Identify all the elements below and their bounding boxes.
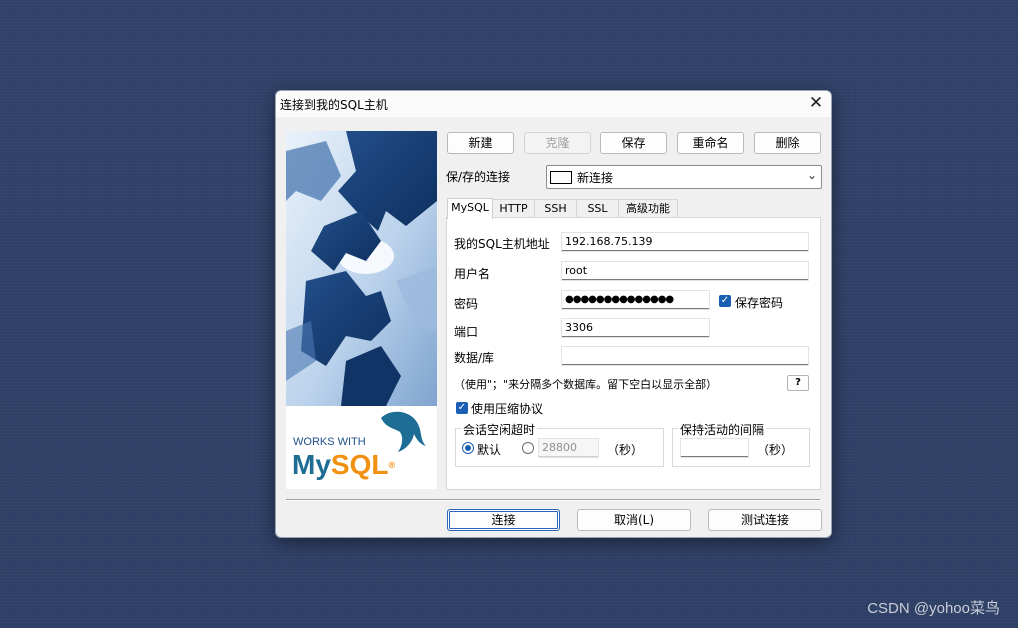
host-label: 我的SQL主机地址 (454, 237, 550, 251)
title-bar[interactable]: 连接到我的SQL主机 ✕ (276, 91, 831, 117)
username-label: 用户名 (454, 267, 491, 281)
cancel-button[interactable]: 取消(L) (577, 509, 691, 531)
compression-label: 使用压缩协议 (471, 402, 544, 416)
database-label: 数据/库 (454, 351, 495, 365)
port-input[interactable]: 3306 (562, 319, 709, 337)
tab-ssl[interactable]: SSL (576, 199, 619, 218)
mysql-wordmark-my: My (292, 449, 331, 480)
username-input[interactable]: root (562, 262, 808, 280)
clone-button[interactable]: 克隆 (524, 132, 591, 154)
connect-dialog: 连接到我的SQL主机 ✕ WORKS WITH MySQL® 新建 克隆 保存 … (275, 90, 832, 538)
saved-connection-label: 保/存的连接 (446, 170, 511, 184)
tab-mysql[interactable]: MySQL (447, 198, 493, 219)
save-button[interactable]: 保存 (600, 132, 667, 154)
timeout-default-radio[interactable] (462, 442, 474, 454)
works-with-mysql-logo: WORKS WITH MySQL® (286, 406, 437, 489)
tab-ssh[interactable]: SSH (534, 199, 577, 218)
save-password-checkbox[interactable]: ✓ (719, 295, 731, 307)
keepalive-input[interactable] (681, 439, 748, 457)
tab-advanced[interactable]: 高级功能 (618, 199, 678, 218)
chevron-down-icon: ⌄ (806, 168, 817, 182)
puzzle-image (286, 131, 437, 406)
window-title: 连接到我的SQL主机 (280, 98, 388, 112)
new-button[interactable]: 新建 (447, 132, 514, 154)
tab-http[interactable]: HTTP (492, 199, 535, 218)
password-input[interactable]: ●●●●●●●●●●●●●● (562, 291, 709, 309)
saved-connection-value: 新连接 (577, 171, 614, 185)
mysql-wordmark: MySQL® (292, 450, 395, 480)
timeout-default-label: 默认 (477, 443, 502, 457)
rename-button[interactable]: 重命名 (677, 132, 744, 154)
timeout-unit-label: （秒） (607, 443, 644, 457)
delete-button[interactable]: 删除 (754, 132, 821, 154)
watermark-text: CSDN @yohoo菜鸟 (867, 600, 1000, 617)
timeout-seconds-input[interactable]: 28800 (539, 439, 598, 457)
password-label: 密码 (454, 297, 479, 311)
footer-divider (286, 499, 820, 501)
keepalive-unit-label: （秒） (757, 443, 794, 457)
works-with-text: WORKS WITH (293, 436, 366, 448)
help-button[interactable]: ? (787, 375, 809, 391)
timeout-custom-radio[interactable] (522, 442, 534, 454)
save-password-label: 保存密码 (735, 296, 784, 310)
host-input[interactable]: 192.168.75.139 (562, 233, 808, 251)
session-timeout-title: 会话空闲超时 (461, 421, 538, 438)
compression-checkbox[interactable]: ✓ (456, 402, 468, 414)
close-button[interactable]: ✕ (801, 91, 831, 115)
test-connection-button[interactable]: 测试连接 (708, 509, 822, 531)
keepalive-title: 保持活动的间隔 (678, 421, 767, 438)
port-label: 端口 (454, 325, 479, 339)
mysql-wordmark-sql: SQL (330, 449, 389, 480)
database-input[interactable] (562, 347, 808, 365)
connect-button[interactable]: 连接 (447, 509, 560, 531)
connection-color-swatch (550, 171, 572, 184)
mysql-banner-image: WORKS WITH MySQL® (286, 131, 437, 489)
database-hint: （使用"；"来分隔多个数据库。留下空白以显示全部） (454, 378, 718, 391)
saved-connection-select[interactable]: 新连接 ⌄ (546, 165, 822, 189)
registered-mark: ® (388, 460, 396, 470)
